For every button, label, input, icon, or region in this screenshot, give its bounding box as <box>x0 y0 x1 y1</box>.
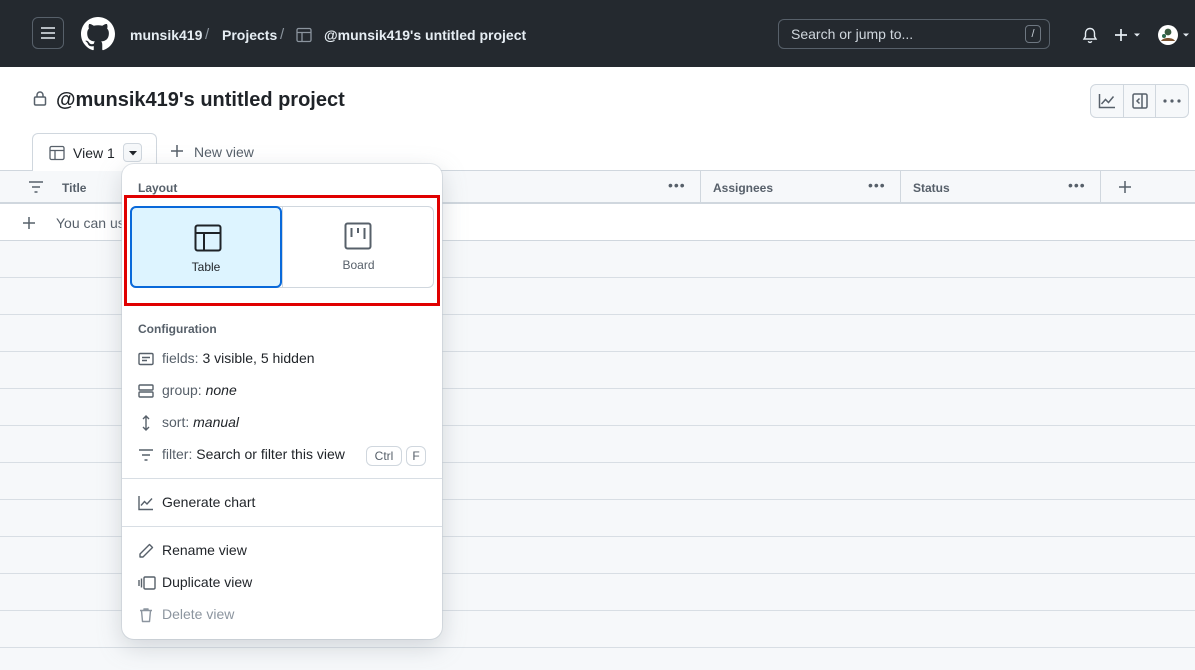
breadcrumb-project[interactable]: @munsik419's untitled project <box>324 26 526 44</box>
graph-icon <box>1098 94 1115 109</box>
configuration-heading: Configuration <box>138 322 217 336</box>
more-options-button[interactable] <box>1156 85 1188 117</box>
shortcut-key-ctrl: Ctrl <box>366 446 402 466</box>
breadcrumb-separator: / <box>280 26 285 43</box>
kebab-horizontal-icon <box>1163 99 1181 103</box>
duplicate-icon <box>138 576 156 590</box>
hamburger-menu-button[interactable] <box>32 17 64 49</box>
triangle-down-icon <box>129 151 137 156</box>
sort-value: manual <box>193 414 240 430</box>
view-options-dropdown-button[interactable] <box>123 143 142 162</box>
menu-divider <box>122 526 442 527</box>
generate-chart-label: Generate chart <box>162 494 256 510</box>
breadcrumb-projects[interactable]: Projects <box>222 26 277 44</box>
column-divider[interactable] <box>700 171 701 203</box>
plus-icon <box>23 217 35 229</box>
search-input[interactable]: Search or jump to... / <box>778 19 1050 49</box>
breadcrumb-separator: / <box>205 26 210 43</box>
table-icon <box>296 27 312 43</box>
menu-icon <box>41 27 55 39</box>
side-panel-button[interactable] <box>1124 85 1157 117</box>
plus-icon <box>171 145 183 157</box>
column-divider[interactable] <box>1100 171 1101 203</box>
global-header: munsik419 / Projects / @munsik419's unti… <box>0 0 1195 67</box>
group-icon <box>138 384 154 398</box>
fields-icon <box>138 352 154 366</box>
fields-value: 3 visible, 5 hidden <box>202 350 315 366</box>
sort-icon <box>142 415 150 431</box>
search-placeholder: Search or jump to... <box>791 26 914 42</box>
rename-view-label: Rename view <box>162 542 247 558</box>
lock-icon <box>33 91 47 106</box>
add-field-icon[interactable] <box>1118 180 1132 194</box>
row-divider <box>0 647 1195 648</box>
filter-icon <box>139 449 153 461</box>
shortcut-key-f: F <box>406 446 426 466</box>
layout-highlight-box <box>124 195 440 306</box>
search-shortcut-key: / <box>1025 25 1041 43</box>
project-title: @munsik419's untitled project <box>56 89 345 111</box>
project-toolbar <box>1090 84 1189 118</box>
filter-icon[interactable] <box>28 181 44 193</box>
add-item-hint: You can us <box>56 215 125 231</box>
column-header-status[interactable]: Status <box>913 181 950 195</box>
column-header-assignees[interactable]: Assignees <box>713 181 773 195</box>
breadcrumb-user[interactable]: munsik419 <box>130 26 202 44</box>
column-menu-icon[interactable]: ••• <box>668 177 686 193</box>
sidebar-expand-icon <box>1131 93 1148 109</box>
group-value: none <box>205 382 237 398</box>
insights-button[interactable] <box>1091 85 1124 117</box>
github-logo-icon[interactable] <box>81 17 115 51</box>
menu-divider <box>122 478 442 479</box>
graph-icon <box>138 496 153 511</box>
avatar[interactable] <box>1157 24 1191 46</box>
column-menu-icon[interactable]: ••• <box>868 177 886 193</box>
new-view-label: New view <box>194 144 254 160</box>
delete-view-label: Delete view <box>162 606 235 622</box>
duplicate-view-label: Duplicate view <box>162 574 253 590</box>
filter-label: filter: <box>162 446 193 462</box>
filter-value: Search or filter this view <box>196 446 345 462</box>
column-menu-icon[interactable]: ••• <box>1068 177 1086 193</box>
tab-label: View 1 <box>73 145 115 161</box>
trash-icon <box>140 608 152 623</box>
fields-label: fields: <box>162 350 199 366</box>
column-header-title[interactable]: Title <box>62 181 86 195</box>
create-new-icon[interactable] <box>1114 27 1144 43</box>
table-icon <box>49 145 65 161</box>
layout-heading: Layout <box>138 181 178 195</box>
bell-icon[interactable] <box>1082 27 1098 44</box>
pencil-icon <box>139 543 154 558</box>
column-divider[interactable] <box>900 171 901 203</box>
group-label: group: <box>162 382 202 398</box>
sort-label: sort: <box>162 414 190 430</box>
